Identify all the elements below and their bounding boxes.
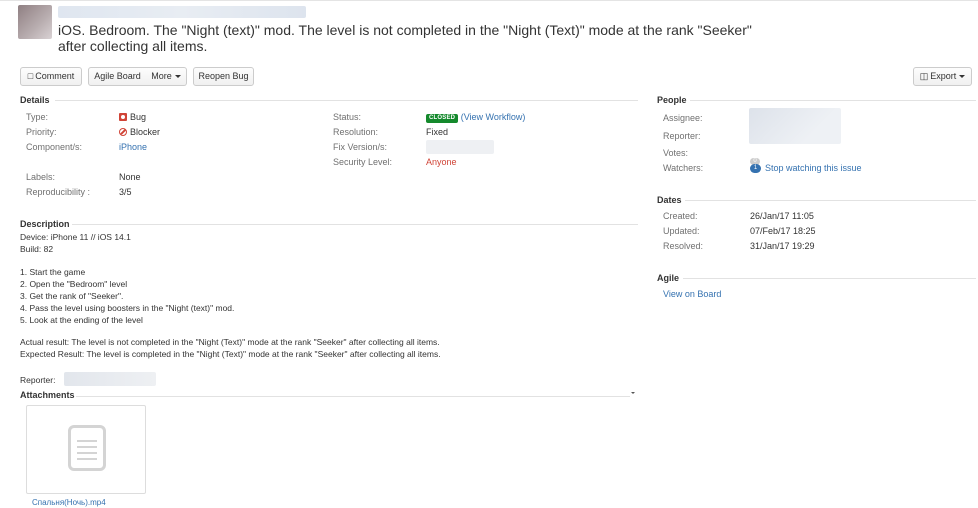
people-divider — [690, 100, 976, 101]
people-user-values[interactable] — [749, 108, 841, 144]
project-avatar[interactable] — [18, 5, 52, 39]
components-label: Component/s: — [26, 142, 83, 152]
status-badge: CLOSED — [426, 114, 459, 123]
actual-result: Actual result: The level is not complete… — [20, 337, 440, 347]
step-3: 3. Get the rank of "Seeker". — [20, 291, 124, 301]
watchers-count-icon: 1 — [750, 164, 761, 174]
bug-icon — [119, 113, 127, 121]
reproducibility-label: Reproducibility : — [26, 187, 91, 197]
export-button[interactable]: ◫ Export — [913, 67, 972, 86]
description-reporter-label: Reporter: — [20, 375, 56, 385]
comment-icon: □ — [27, 71, 34, 81]
priority-label: Priority: — [26, 127, 57, 137]
updated-label: Updated: — [663, 226, 700, 236]
document-icon — [68, 425, 106, 471]
labels-value: None — [119, 172, 141, 182]
watchers-label: Watchers: — [663, 163, 704, 173]
reporter-label: Reporter: — [663, 131, 701, 141]
more-button[interactable]: More — [146, 67, 187, 86]
comment-button[interactable]: □ Comment — [20, 67, 82, 86]
status-value: CLOSED (View Workflow) — [426, 112, 525, 123]
created-label: Created: — [663, 211, 698, 221]
details-divider — [55, 100, 638, 101]
component-link[interactable]: iPhone — [119, 142, 147, 152]
type-value: Bug — [119, 112, 146, 122]
step-4: 4. Pass the level using boosters in the … — [20, 303, 235, 313]
stop-watching-link[interactable]: Stop watching this issue — [765, 163, 862, 173]
description-heading: Description — [20, 219, 70, 229]
resolution-value: Fixed — [426, 127, 449, 137]
step-2: 2. Open the "Bedroom" level — [20, 279, 128, 289]
people-heading: People — [657, 95, 687, 105]
resolved-value: 31/Jan/17 19:29 — [750, 241, 815, 251]
watchers-value: 1 Stop watching this issue — [750, 163, 862, 174]
reopen-bug-button[interactable]: Reopen Bug — [193, 67, 254, 86]
view-workflow-link[interactable]: (View Workflow) — [461, 112, 526, 122]
description-device: Device: iPhone 11 // iOS 14.1 — [20, 232, 131, 242]
chevron-down-icon — [959, 75, 966, 79]
updated-value: 07/Feb/17 18:25 — [750, 226, 816, 236]
attachments-divider — [76, 396, 630, 397]
dates-heading: Dates — [657, 195, 682, 205]
attachments-heading: Attachments — [20, 390, 75, 400]
resolved-label: Resolved: — [663, 241, 704, 251]
agile-divider — [683, 278, 976, 279]
attachments-options-icon[interactable] — [631, 392, 635, 394]
security-value: Anyone — [426, 157, 457, 167]
step-1: 1. Start the game — [20, 267, 86, 277]
issue-title: iOS. Bedroom. The "Night (text)" mod. Th… — [58, 22, 752, 54]
security-label: Security Level: — [333, 157, 393, 167]
agile-board-button[interactable]: Agile Board — [88, 67, 147, 86]
resolution-label: Resolution: — [333, 127, 379, 137]
view-on-board-link[interactable]: View on Board — [663, 289, 721, 299]
description-reporter-value[interactable] — [64, 372, 156, 386]
dates-divider — [685, 200, 976, 201]
attachment-file-link[interactable]: Спальня(Ночь).mp4 — [32, 498, 106, 507]
type-label: Type: — [26, 112, 49, 122]
fix-version-label: Fix Version/s: — [333, 142, 388, 152]
breadcrumb[interactable] — [58, 6, 306, 18]
status-label: Status: — [333, 112, 362, 122]
priority-value: Blocker — [119, 127, 160, 137]
top-divider — [0, 0, 978, 1]
fix-version-value[interactable] — [426, 140, 494, 154]
assignee-label: Assignee: — [663, 113, 703, 123]
details-heading: Details — [20, 95, 50, 105]
step-5: 5. Look at the ending of the level — [20, 315, 143, 325]
description-build: Build: 82 — [20, 244, 54, 254]
votes-label: Votes: — [663, 148, 689, 158]
reproducibility-value: 3/5 — [119, 187, 132, 197]
expected-result: Expected Result: The level is completed … — [20, 349, 441, 359]
chevron-down-icon — [174, 75, 181, 79]
export-icon: ◫ — [919, 71, 929, 81]
labels-label: Labels: — [26, 172, 56, 182]
agile-heading: Agile — [657, 273, 680, 283]
blocker-icon — [119, 128, 127, 136]
created-value: 26/Jan/17 11:05 — [750, 211, 814, 221]
description-divider — [72, 224, 638, 225]
